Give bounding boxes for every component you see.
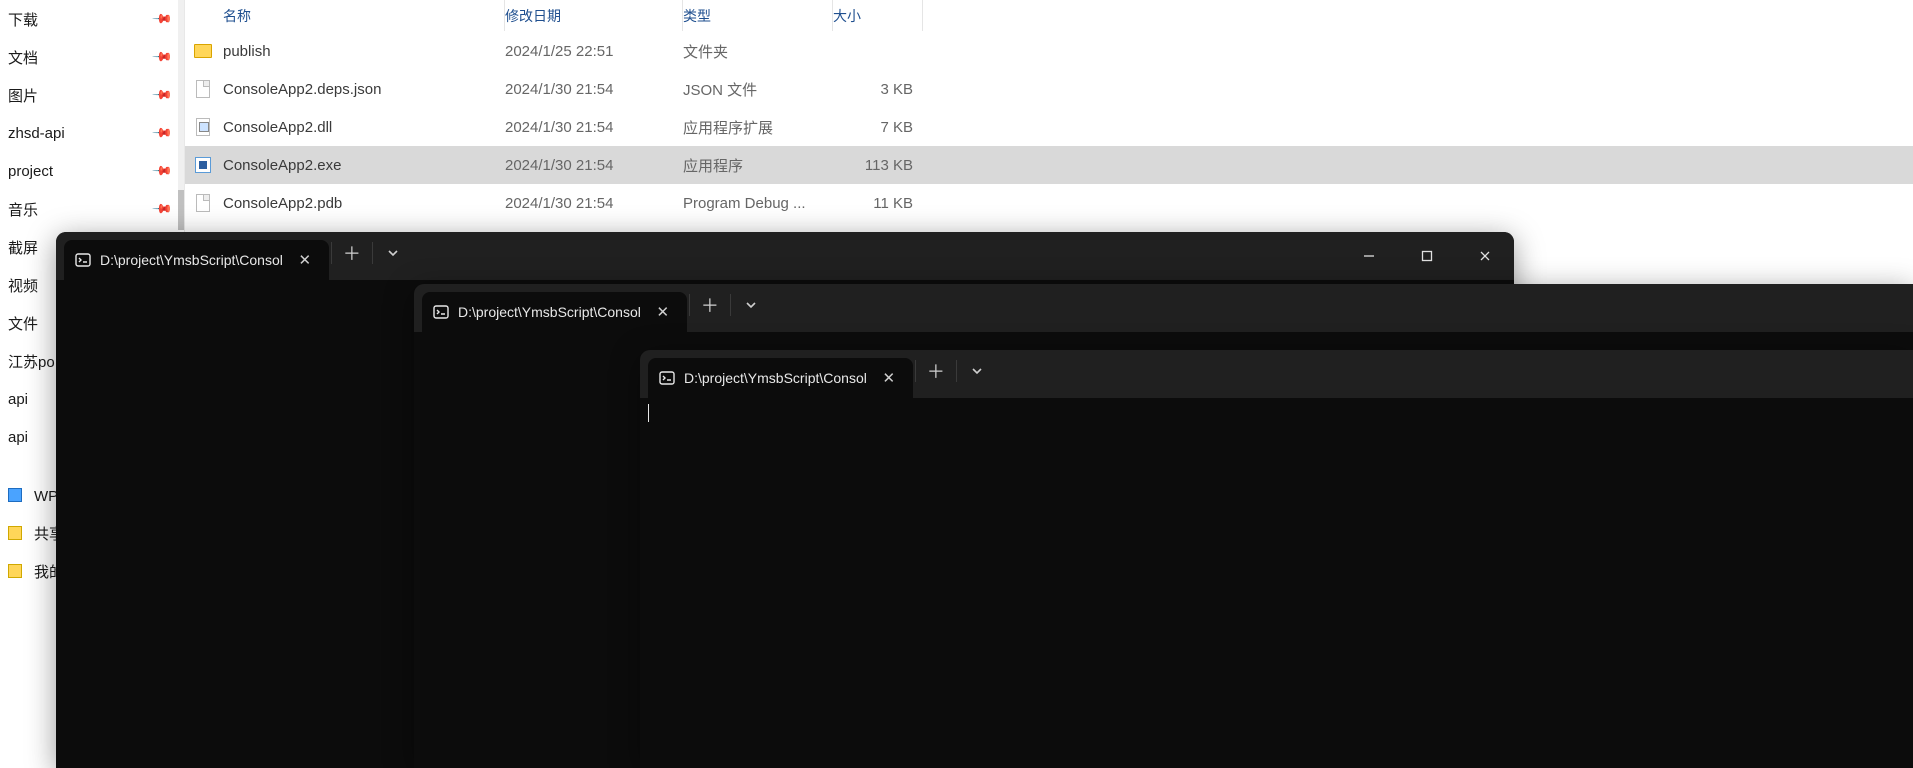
nav-item[interactable]: project 📌 [0, 152, 184, 190]
close-window-button[interactable] [1456, 232, 1514, 280]
file-list-header[interactable]: 名称 修改日期 类型 大小 [185, 0, 1913, 32]
terminal-tab-title: D:\project\YmsbScript\Consol [458, 304, 641, 320]
terminal-icon [74, 251, 92, 269]
tab-close-button[interactable]: ✕ [875, 369, 903, 387]
pin-icon: 📌 [151, 84, 174, 107]
folder-icon [8, 488, 22, 502]
terminal-tab[interactable]: D:\project\YmsbScript\Consol ✕ [422, 292, 687, 332]
file-icon [193, 79, 213, 99]
pin-icon: 📌 [151, 160, 174, 183]
terminal-icon [432, 303, 450, 321]
file-type: 文件夹 [683, 41, 833, 62]
file-size: 113 KB [833, 157, 923, 174]
file-name: ConsoleApp2.pdb [223, 195, 505, 212]
terminal-tab-title: D:\project\YmsbScript\Consol [100, 252, 283, 268]
col-header-date[interactable]: 修改日期 [505, 0, 683, 31]
nav-item[interactable]: 下载 📌 [0, 0, 184, 38]
file-type: JSON 文件 [683, 79, 833, 100]
file-size: 7 KB [833, 119, 923, 136]
tab-close-button[interactable]: ✕ [649, 303, 677, 321]
new-tab-button[interactable]: ＋ [918, 355, 954, 387]
terminal-tab[interactable]: D:\project\YmsbScript\Consol ✕ [648, 358, 913, 398]
tab-dropdown-button[interactable] [733, 289, 769, 321]
nav-item-label: zhsd-api [8, 125, 65, 142]
nav-item-label: api [8, 429, 28, 446]
file-name: ConsoleApp2.deps.json [223, 81, 505, 98]
terminal-titlebar[interactable]: D:\project\YmsbScript\Consol ✕ ＋ [640, 350, 1913, 398]
file-icon [193, 193, 213, 213]
new-tab-button[interactable]: ＋ [692, 289, 728, 321]
tab-close-button[interactable]: ✕ [291, 251, 319, 269]
nav-item-label: project [8, 163, 53, 180]
nav-item-label: 图片 [8, 85, 38, 106]
exe-icon [193, 155, 213, 175]
file-name: publish [223, 43, 505, 60]
folder-icon [8, 526, 22, 540]
tab-separator [730, 294, 731, 316]
col-header-size[interactable]: 大小 [833, 0, 923, 31]
terminal-titlebar[interactable]: D:\project\YmsbScript\Consol ✕ ＋ [414, 284, 1913, 332]
nav-item[interactable]: 图片 📌 [0, 76, 184, 114]
terminal-tab[interactable]: D:\project\YmsbScript\Consol ✕ [64, 240, 329, 280]
tab-separator [372, 242, 373, 264]
terminal-window-3[interactable]: D:\project\YmsbScript\Consol ✕ ＋ [640, 350, 1913, 768]
folder-icon [193, 41, 213, 61]
file-row[interactable]: ConsoleApp2.exe2024/1/30 21:54应用程序113 KB [185, 146, 1913, 184]
folder-icon [8, 564, 22, 578]
nav-scrollbar-thumb[interactable] [178, 190, 184, 230]
nav-item-label: 江苏po [8, 351, 55, 372]
file-size: 3 KB [833, 81, 923, 98]
pin-icon: 📌 [151, 122, 174, 145]
dll-icon [193, 117, 213, 137]
minimize-button[interactable] [1340, 232, 1398, 280]
pin-icon: 📌 [151, 8, 174, 31]
nav-item-label: 视频 [8, 275, 38, 296]
terminal-icon [658, 369, 676, 387]
tab-separator [689, 294, 690, 316]
terminal-body[interactable] [640, 398, 1913, 768]
window-controls [1340, 232, 1514, 280]
tab-separator [331, 242, 332, 264]
nav-item[interactable]: 音乐 📌 [0, 190, 184, 228]
nav-item[interactable]: zhsd-api 📌 [0, 114, 184, 152]
file-date: 2024/1/30 21:54 [505, 157, 683, 174]
new-tab-button[interactable]: ＋ [334, 237, 370, 269]
nav-item-label: api [8, 391, 28, 408]
file-date: 2024/1/30 21:54 [505, 81, 683, 98]
file-name: ConsoleApp2.dll [223, 119, 505, 136]
file-row[interactable]: ConsoleApp2.deps.json2024/1/30 21:54JSON… [185, 70, 1913, 108]
nav-item-label: 截屏 [8, 237, 38, 258]
file-row[interactable]: ConsoleApp2.dll2024/1/30 21:54应用程序扩展7 KB [185, 108, 1913, 146]
file-date: 2024/1/30 21:54 [505, 119, 683, 136]
file-type: 应用程序扩展 [683, 117, 833, 138]
nav-item[interactable]: 文档 📌 [0, 38, 184, 76]
tab-separator [956, 360, 957, 382]
terminal-titlebar[interactable]: D:\project\YmsbScript\Consol ✕ ＋ [56, 232, 1514, 280]
text-cursor [648, 404, 649, 422]
terminal-tab-title: D:\project\YmsbScript\Consol [684, 370, 867, 386]
file-name: ConsoleApp2.exe [223, 157, 505, 174]
col-header-type[interactable]: 类型 [683, 0, 833, 31]
tab-dropdown-button[interactable] [375, 237, 411, 269]
tab-separator [915, 360, 916, 382]
file-row[interactable]: ConsoleApp2.pdb2024/1/30 21:54Program De… [185, 184, 1913, 222]
file-date: 2024/1/30 21:54 [505, 195, 683, 212]
nav-item-label: 音乐 [8, 199, 38, 220]
col-header-name[interactable]: 名称 [185, 0, 505, 31]
file-type: Program Debug ... [683, 195, 833, 212]
nav-item-label: 下载 [8, 9, 38, 30]
file-type: 应用程序 [683, 155, 833, 176]
maximize-button[interactable] [1398, 232, 1456, 280]
tab-dropdown-button[interactable] [959, 355, 995, 387]
pin-icon: 📌 [151, 46, 174, 69]
file-date: 2024/1/25 22:51 [505, 43, 683, 60]
file-size: 11 KB [833, 195, 923, 212]
nav-item-label: 文档 [8, 47, 38, 68]
file-row[interactable]: publish2024/1/25 22:51文件夹 [185, 32, 1913, 70]
pin-icon: 📌 [151, 198, 174, 221]
nav-item-label: 文件 [8, 313, 38, 334]
